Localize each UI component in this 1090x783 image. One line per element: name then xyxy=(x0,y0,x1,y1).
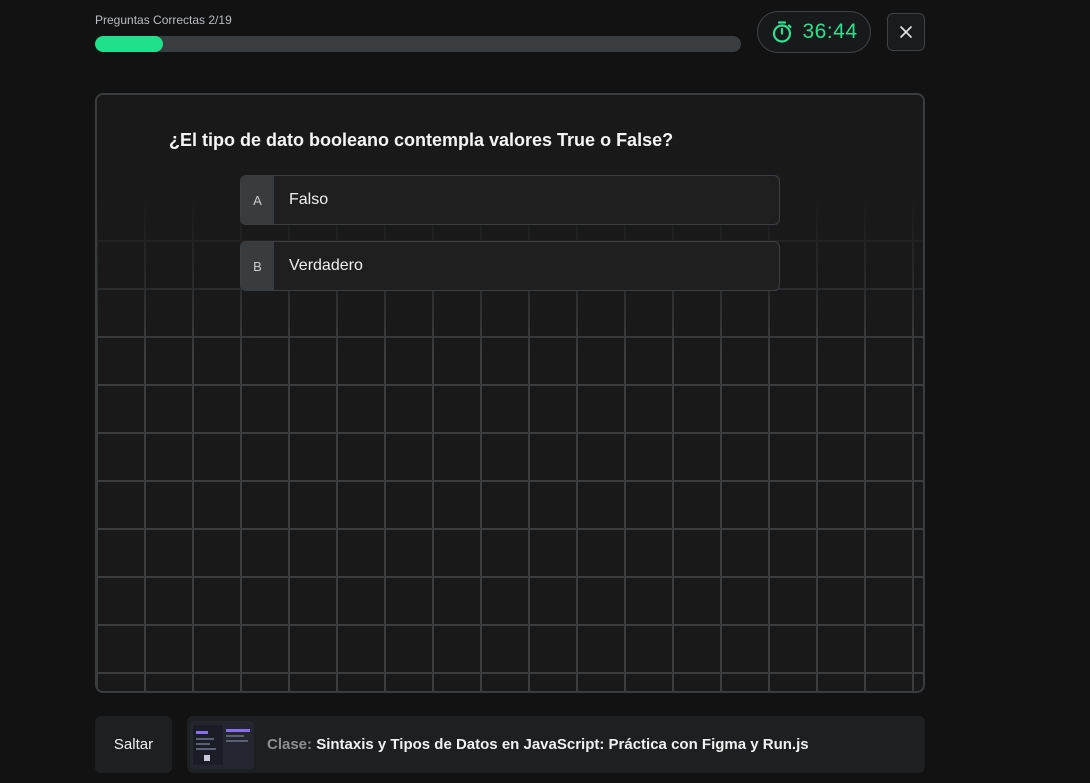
stopwatch-icon xyxy=(773,21,793,43)
timer: 36:44 xyxy=(757,11,871,53)
class-prefix: Clase: xyxy=(267,736,313,753)
timer-value: 36:44 xyxy=(802,20,858,43)
class-title: Clase: Sintaxis y Tipos de Datos en Java… xyxy=(267,736,809,753)
class-link[interactable]: Clase: Sintaxis y Tipos de Datos en Java… xyxy=(187,716,925,773)
option-label: Falso xyxy=(289,191,329,208)
skip-button[interactable]: Saltar xyxy=(95,716,172,773)
quiz-page: Preguntas Correctas 2/19 36:44 ¿El tipo … xyxy=(0,0,1090,783)
class-name: Sintaxis y Tipos de Datos en JavaScript:… xyxy=(316,736,809,753)
answer-option-b[interactable]: B Verdadero xyxy=(240,241,780,291)
question-panel: ¿El tipo de dato booleano contempla valo… xyxy=(95,93,925,693)
answer-option-a[interactable]: A Falso xyxy=(240,175,780,225)
close-icon xyxy=(900,26,912,38)
option-letter: B xyxy=(241,242,274,290)
progress-bar xyxy=(95,36,741,52)
class-thumbnail xyxy=(190,720,254,769)
question-text: ¿El tipo de dato booleano contempla valo… xyxy=(169,130,674,150)
close-button[interactable] xyxy=(887,13,925,51)
class-thumbnail-image xyxy=(190,720,254,769)
progress-label: Preguntas Correctas 2/19 xyxy=(95,13,232,27)
option-label: Verdadero xyxy=(289,257,363,274)
option-letter: A xyxy=(241,176,274,224)
progress-bar-fill xyxy=(95,36,164,52)
